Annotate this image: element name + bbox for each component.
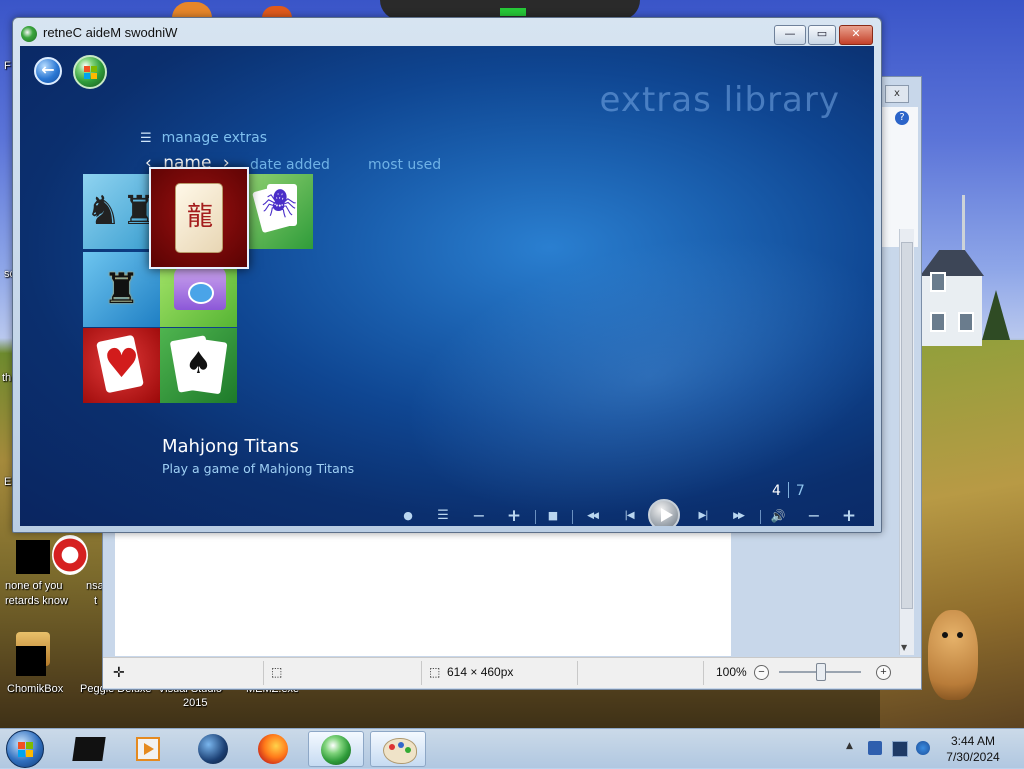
- desktop-edge-label: t: [94, 595, 98, 607]
- sort-date-added[interactable]: date added: [250, 157, 330, 173]
- tray-network-icon[interactable]: [892, 741, 908, 757]
- taskbar-media-center[interactable]: [308, 731, 364, 767]
- zoom-slider-thumb[interactable]: [816, 663, 826, 681]
- sort-most-used[interactable]: most used: [368, 157, 441, 173]
- tile-hearts[interactable]: ♥: [83, 328, 160, 403]
- selected-item-description: Play a game of Mahjong Titans: [162, 461, 355, 476]
- selected-item-title: Mahjong Titans: [162, 436, 299, 457]
- scroll-down-arrow-icon[interactable]: ▼: [901, 643, 907, 652]
- desktop-icon-black-square[interactable]: [16, 646, 46, 676]
- show-hidden-icons-button[interactable]: ▲: [846, 741, 853, 751]
- help-icon[interactable]: ?: [895, 111, 909, 125]
- zoom-in-button[interactable]: +: [876, 665, 891, 680]
- minimize-button[interactable]: —: [774, 25, 806, 45]
- page-current: 4: [772, 483, 781, 499]
- next-button[interactable]: ▶|: [692, 507, 714, 525]
- system-clock[interactable]: 3:44 AM 7/30/2024: [930, 733, 1016, 765]
- taskbar-paint[interactable]: [370, 731, 426, 767]
- volume-up-button[interactable]: +: [841, 507, 857, 525]
- channel-down-button[interactable]: −: [471, 507, 487, 525]
- move-cursor-icon: ✛: [113, 664, 125, 680]
- desktop-icon-label[interactable]: ChomikBox: [7, 683, 63, 695]
- volume-down-button[interactable]: −: [806, 507, 822, 525]
- desktop-icon-label[interactable]: 2015: [183, 697, 207, 709]
- image-size-icon: ⬚: [429, 665, 441, 679]
- heart-icon: ♥: [103, 341, 140, 387]
- editor-status-bar: ✛ ⬚ ⬚ 614 × 460px 100% − +: [103, 657, 921, 688]
- wallpaper-house: [920, 250, 984, 346]
- record-button[interactable]: ●: [400, 507, 416, 525]
- zoom-level: 100%: [716, 665, 747, 679]
- clock-time: 3:44 AM: [950, 734, 996, 748]
- editor-close-button[interactable]: x: [885, 85, 909, 103]
- editor-side-panel: [881, 107, 918, 247]
- status-indicator-icon: [500, 8, 526, 16]
- media-center-window: retneC aideM swodniW — ▭ ✕ ← extras libr…: [12, 17, 882, 533]
- manage-extras-label: manage extras: [161, 130, 268, 146]
- image-dimensions: 614 × 460px: [447, 665, 514, 679]
- windows-flag-icon: [84, 66, 98, 80]
- page-counter: 47: [772, 482, 805, 499]
- close-button[interactable]: ✕: [839, 25, 873, 45]
- menu-icon: ☰: [140, 131, 152, 146]
- media-center-start-button[interactable]: [73, 55, 107, 89]
- taskbar-app-black[interactable]: [62, 731, 118, 767]
- spade-icon: ♠: [185, 346, 212, 381]
- volume-icon[interactable]: 🔊: [768, 507, 788, 525]
- guide-button[interactable]: ☰: [434, 507, 452, 525]
- desktop-icon-top[interactable]: [172, 2, 212, 18]
- manage-extras-link[interactable]: ☰ manage extras: [140, 130, 267, 146]
- zoom-out-button[interactable]: −: [754, 665, 769, 680]
- tile-solitaire[interactable]: ♠: [160, 328, 237, 403]
- editor-scrollbar-thumb[interactable]: [901, 242, 913, 609]
- stop-button[interactable]: ■: [545, 507, 561, 525]
- previous-button[interactable]: |◀: [618, 507, 640, 525]
- rewind-button[interactable]: ◀◀: [580, 507, 604, 525]
- hamster-buddy-icon[interactable]: [928, 610, 978, 700]
- desktop-icon-label[interactable]: retards know: [5, 595, 73, 607]
- dragon-icon: 龍: [187, 202, 214, 232]
- desktop-icon-black-square[interactable]: [16, 540, 50, 574]
- page-title: extras library: [599, 80, 840, 120]
- taskbar-app-media-player[interactable]: [120, 731, 176, 767]
- window-titlebar[interactable]: retneC aideM swodniW — ▭ ✕: [13, 18, 881, 46]
- page-total: 7: [795, 483, 805, 499]
- desktop-edge-label: nsa: [86, 580, 102, 592]
- desktop-icon-label[interactable]: none of you: [5, 580, 73, 592]
- tray-update-icon[interactable]: [916, 741, 930, 755]
- start-button[interactable]: [6, 730, 44, 768]
- tile-mahjong-titans[interactable]: 龍: [149, 167, 249, 269]
- clock-date: 7/30/2024: [946, 750, 1000, 764]
- extras-library-view: ← extras library ☰ manage extras ‹ name ›…: [20, 46, 874, 526]
- tile-spider-solitaire[interactable]: 🕷: [245, 174, 313, 249]
- maximize-button[interactable]: ▭: [808, 25, 836, 45]
- selection-size-icon: ⬚: [271, 665, 283, 679]
- desktop-icon-red-app[interactable]: [52, 535, 88, 575]
- editor-canvas[interactable]: [115, 531, 731, 656]
- fast-forward-button[interactable]: ▶▶: [726, 507, 750, 525]
- wallpaper-tree: [982, 290, 1010, 340]
- play-button[interactable]: [648, 499, 680, 526]
- media-center-app-icon: [21, 26, 37, 42]
- firefox-icon[interactable]: [246, 731, 302, 767]
- taskbar: ▲ 3:44 AM 7/30/2024: [0, 728, 1024, 769]
- back-arrow-icon[interactable]: ←: [34, 57, 62, 85]
- tray-shield-icon[interactable]: [868, 741, 882, 755]
- taskbar-app-globe[interactable]: [186, 731, 242, 767]
- window-title: retneC aideM swodniW: [43, 25, 178, 40]
- channel-up-button[interactable]: +: [506, 507, 522, 525]
- spider-icon: 🕷: [261, 187, 297, 220]
